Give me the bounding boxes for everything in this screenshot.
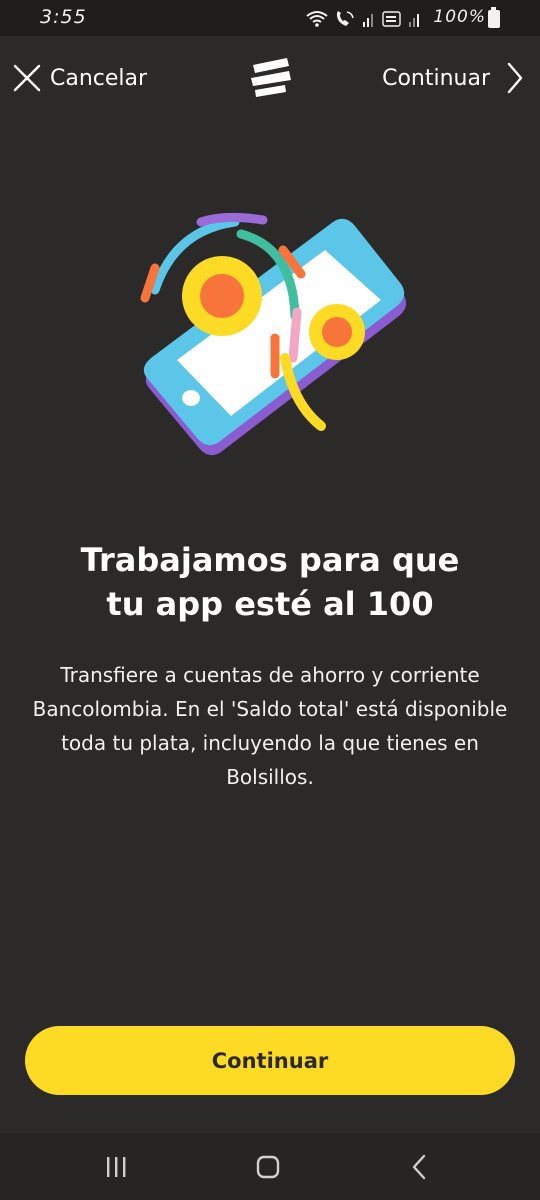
top-navigation: Cancelar Continuar	[0, 36, 540, 120]
home-button[interactable]	[248, 1151, 288, 1183]
volte-call-icon	[336, 11, 354, 26]
continue-button-label: Continuar	[211, 1048, 329, 1073]
battery-percentage: 100%	[433, 7, 486, 27]
back-button[interactable]	[400, 1151, 440, 1183]
recent-apps-icon	[107, 1157, 126, 1177]
home-icon	[256, 1155, 280, 1179]
status-bar: 3:55 100%	[0, 0, 540, 36]
continue-button[interactable]: Continuar	[25, 1026, 515, 1095]
bancolombia-logo	[251, 58, 291, 97]
battery-icon	[488, 7, 500, 28]
close-icon	[13, 64, 41, 92]
chevron-right-icon	[507, 62, 523, 94]
status-time: 3:55	[40, 6, 87, 28]
cancel-label: Cancelar	[50, 65, 148, 91]
continue-link[interactable]: Continuar	[382, 58, 524, 98]
signal-icon	[409, 14, 419, 27]
cancel-button[interactable]: Cancelar	[12, 58, 147, 98]
page-description: Transfiere a cuentas de ahorro y corrien…	[32, 663, 508, 789]
recent-apps-button[interactable]	[96, 1151, 136, 1183]
page-title: Trabajamos para que tu app esté al 100	[80, 541, 460, 623]
voz-wifi-icon	[382, 11, 401, 27]
phone-illustration	[140, 212, 407, 456]
wifi-icon	[306, 11, 328, 27]
status-icons	[306, 8, 422, 30]
signal-icon	[363, 14, 373, 27]
system-navigation-bar	[0, 1133, 540, 1200]
back-icon	[412, 1154, 426, 1180]
continue-link-label: Continuar	[382, 65, 490, 91]
